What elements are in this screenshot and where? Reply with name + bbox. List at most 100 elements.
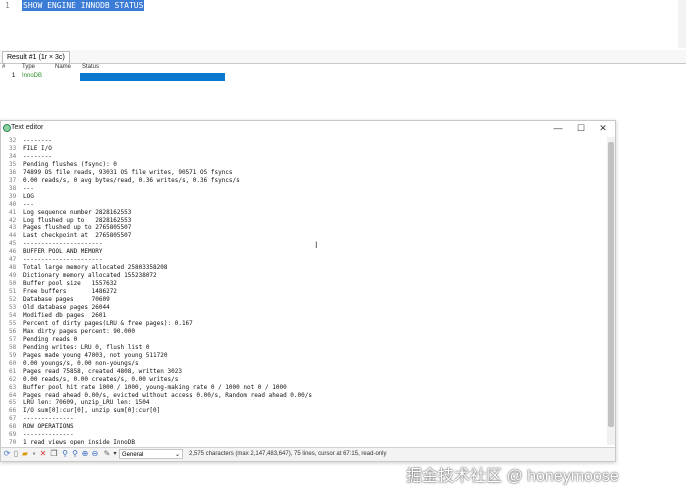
line-text: LRU len: 70609, unzip_LRU len: 1504 <box>23 399 150 407</box>
copy-icon[interactable]: ❐ <box>50 450 58 458</box>
new-file-icon[interactable]: ▯ <box>12 450 20 458</box>
editor-line: 50 Buffer pool size 1557632 <box>9 280 312 288</box>
editor-line: 42 Log flushed up to 2828162553 <box>9 217 312 225</box>
title-bar[interactable]: Text editor — ☐ ✕ <box>1 121 615 136</box>
line-number: 37 <box>9 176 17 184</box>
editor-line: 44 Last checkpoint at 2765805507 <box>9 232 312 240</box>
line-text: 74899 OS file reads, 93031 OS file write… <box>23 168 233 176</box>
line-text: Percent of dirty pages(LRU & free pages)… <box>23 319 193 327</box>
search-icon[interactable]: ⚲ <box>61 450 69 458</box>
line-text: Database pages 70609 <box>23 296 110 304</box>
line-text: Pages read 75858, created 4808, written … <box>23 367 182 375</box>
minimize-button[interactable]: — <box>547 122 569 134</box>
line-text: Pages read ahead 0.00/s, evicted without… <box>23 391 312 399</box>
editor-line: 60 0.00 youngs/s, 0.00 non-youngs/s <box>9 360 312 368</box>
editor-line: 52 Database pages 70609 <box>9 296 312 304</box>
editor-text-area[interactable]: 32 -------- 33 FILE I/O 34 -------- 35 Pending … <box>1 137 607 445</box>
line-text: Pending flushes (fsync): 0 <box>23 160 117 168</box>
line-text: ---------------------- <box>23 240 103 248</box>
line-number: 47 <box>9 256 17 264</box>
editor-line: 67 -------------- <box>9 415 312 423</box>
save-icon[interactable]: ▪ <box>30 450 38 458</box>
chevron-down-icon[interactable]: ▾ <box>111 450 119 458</box>
line-text: -------------- <box>23 431 74 439</box>
text-editor-window: Text editor — ☐ ✕ 32 -------- 33 FILE I/O 34… <box>0 120 616 462</box>
column-header-name[interactable]: Name <box>55 64 71 70</box>
line-number: 55 <box>9 319 17 327</box>
column-header-index[interactable]: # <box>2 64 5 70</box>
line-number: 43 <box>9 224 17 232</box>
editor-line: 66 I/O sum[0]:cur[0], unzip sum[0]:cur[0] <box>9 407 312 415</box>
line-text: Pages flushed up to 2765805507 <box>23 224 132 232</box>
line-text: --- <box>23 184 34 192</box>
scrollbar-thumb[interactable] <box>608 142 614 427</box>
line-number: 56 <box>9 327 17 335</box>
find-next-icon[interactable]: ⚲ <box>71 450 79 458</box>
editor-toolbar: ⟳ ▯ ▰ ▪ ✕ ❐ ⚲ ⚲ ⊕ ⊖ ✎ ▾ General ⌄ 2,575 … <box>1 447 615 461</box>
line-number: 38 <box>9 184 17 192</box>
line-text: Dictionary memory allocated 155238072 <box>23 272 157 280</box>
app-icon <box>3 124 11 132</box>
line-text: Buffer pool size 1557632 <box>23 280 117 288</box>
maximize-button[interactable]: ☐ <box>570 122 592 134</box>
column-header-type[interactable]: Type <box>22 64 35 70</box>
line-text: Buffer pool hit rate 1000 / 1000, young-… <box>23 383 287 391</box>
clear-icon[interactable]: ✕ <box>39 450 47 458</box>
query-editor[interactable]: 1 SHOW ENGINE INNODB STATUS <box>0 0 686 48</box>
editor-line: 47 ---------------------- <box>9 256 312 264</box>
line-text: Pending reads 0 <box>23 335 78 343</box>
editor-line: 45 ---------------------- <box>9 240 312 248</box>
reload-icon[interactable]: ⟳ <box>3 450 11 458</box>
line-number: 58 <box>9 343 17 351</box>
editor-line: 56 Max dirty pages percent: 90.000 <box>9 328 312 336</box>
line-number: 48 <box>9 264 17 272</box>
vertical-scrollbar[interactable] <box>607 137 615 445</box>
line-text: Max dirty pages percent: 90.000 <box>23 327 135 335</box>
open-folder-icon[interactable]: ▰ <box>21 450 29 458</box>
line-text: -------------- <box>23 415 74 423</box>
editor-line: 64 Pages read ahead 0.00/s, evicted witho… <box>9 392 312 400</box>
editor-line: 65 LRU len: 70609, unzip_LRU len: 1504 <box>9 399 312 407</box>
line-number: 49 <box>9 272 17 280</box>
editor-line: 33 FILE I/O <box>9 145 312 153</box>
line-text: BUFFER POOL AND MEMORY <box>23 248 103 256</box>
line-number: 68 <box>9 423 17 431</box>
editor-line: 53 Old database pages 26044 <box>9 304 312 312</box>
line-text: Log sequence number 2828162553 <box>23 208 132 216</box>
line-number: 36 <box>9 168 17 176</box>
line-number: 46 <box>9 248 17 256</box>
line-number: 42 <box>9 216 17 224</box>
code-lines: 32 -------- 33 FILE I/O 34 -------- 35 Pending … <box>9 137 312 445</box>
query-text[interactable]: SHOW ENGINE INNODB STATUS <box>22 0 145 11</box>
line-number: 63 <box>9 383 17 391</box>
editor-line: 69 -------------- <box>9 431 312 439</box>
row-type-cell[interactable]: InnoDB <box>22 73 42 79</box>
line-number: 54 <box>9 311 17 319</box>
line-text: -------- <box>23 152 52 160</box>
format-select[interactable]: General ⌄ <box>119 449 183 459</box>
line-number: 57 <box>9 335 17 343</box>
line-number: 45 <box>9 240 17 248</box>
editor-line: 54 Modified db pages 2601 <box>9 312 312 320</box>
line-text: --- <box>23 200 34 208</box>
line-number: 44 <box>9 232 17 240</box>
line-text: Old database pages 26044 <box>23 304 110 312</box>
row-index: 1 <box>12 73 16 79</box>
wrench-icon[interactable]: ✎ <box>103 450 111 458</box>
column-header-status[interactable]: Status <box>82 64 99 70</box>
editor-line: 62 0.00 reads/s, 0.00 creates/s, 0.00 wri… <box>9 376 312 384</box>
zoom-in-icon[interactable]: ⊕ <box>81 450 89 458</box>
line-number: 34 <box>9 152 17 160</box>
close-button[interactable]: ✕ <box>592 122 614 134</box>
line-text: 0.00 reads/s, 0 avg bytes/read, 0.36 wri… <box>23 176 240 184</box>
line-text: -------- <box>23 137 52 144</box>
row-status-cell[interactable] <box>80 73 225 81</box>
zoom-out-icon[interactable]: ⊖ <box>91 450 99 458</box>
line-number: 33 <box>9 144 17 152</box>
result-tab[interactable]: Result #1 (1r × 3c) <box>2 51 70 63</box>
line-number: 61 <box>9 367 17 375</box>
line-text: Pending writes: LRU 0, flush list 0 <box>23 343 150 351</box>
editor-line: 55 Percent of dirty pages(LRU & free page… <box>9 320 312 328</box>
line-number: 67 <box>9 415 17 423</box>
query-scrollbar[interactable] <box>678 0 686 48</box>
